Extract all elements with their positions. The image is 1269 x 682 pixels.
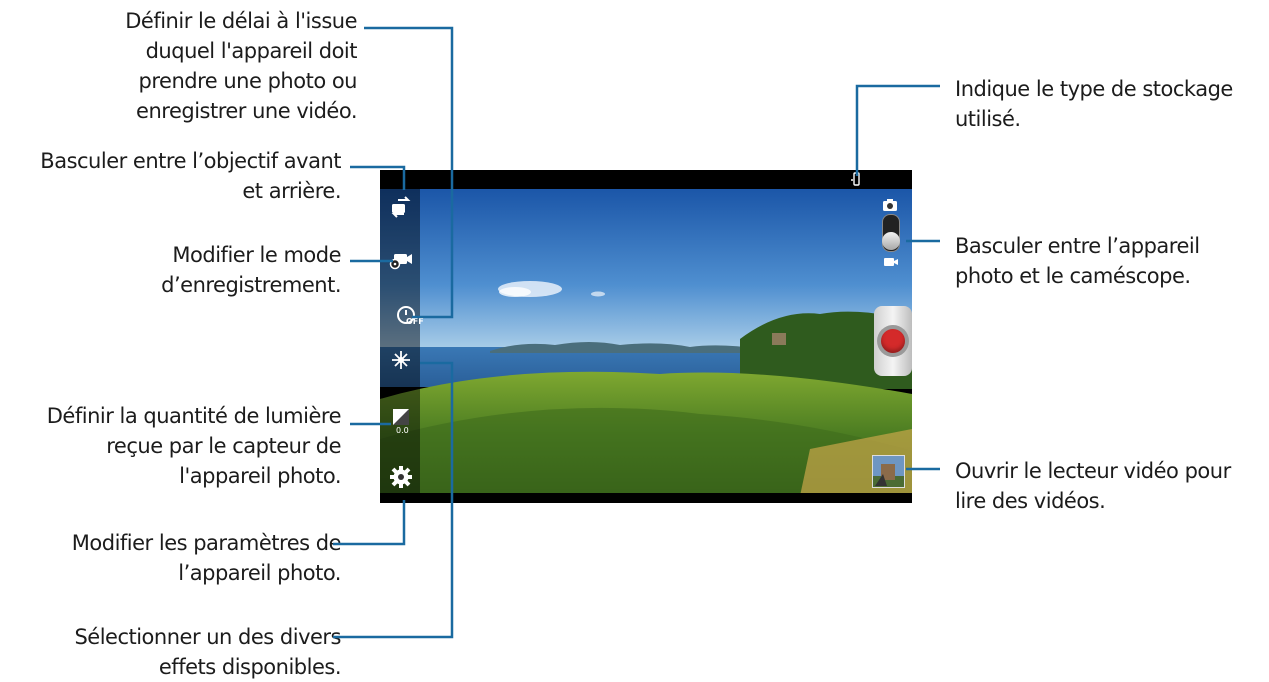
- camera-flip-icon[interactable]: [388, 194, 414, 220]
- record-button-panel[interactable]: [874, 306, 912, 376]
- status-bar: [380, 170, 912, 189]
- record-button[interactable]: [877, 325, 909, 357]
- camera-preview: [380, 189, 912, 496]
- callout-record-mode: Modifier le mode d’enregistrement.: [161, 243, 341, 297]
- callout-storage: Indique le type de stockage utilisé.: [955, 77, 1233, 131]
- exposure-value: 0.0: [396, 426, 409, 435]
- switch-knob[interactable]: [882, 232, 900, 250]
- callout-video-player: Ouvrir le lecteur vidéo pour lire des vi…: [955, 459, 1231, 513]
- camera-camcorder-switch[interactable]: [874, 194, 908, 276]
- callout-settings: Modifier les paramètres de l’appareil ph…: [71, 531, 342, 585]
- diagram: Définir le délai à l'issue duquel l'appa…: [0, 0, 1269, 680]
- gallery-thumbnail[interactable]: [872, 455, 905, 488]
- bottom-bar: [380, 493, 912, 503]
- callout-camera-camcorder: Basculer entre l’appareil photo et le ca…: [955, 234, 1200, 288]
- callout-switch-lens: Basculer entre l’objectif avant et arriè…: [40, 149, 341, 203]
- callout-exposure: Définir la quantité de lumière reçue par…: [46, 404, 342, 488]
- video-mode-icon[interactable]: [388, 246, 414, 272]
- callout-effects: Sélectionner un des divers effets dispon…: [74, 625, 341, 679]
- camera-icon: [882, 198, 898, 212]
- landscape-image: [380, 189, 912, 496]
- gear-icon[interactable]: [388, 464, 414, 490]
- callout-timer: Définir le délai à l'issue duquel l'appa…: [125, 9, 357, 123]
- timer-state-label: OFF: [406, 317, 424, 326]
- camera-screen: 0.0 OFF: [380, 170, 912, 503]
- leader-storage: [855, 84, 940, 176]
- leader-settings: [333, 500, 406, 546]
- effects-wand-icon[interactable]: [388, 347, 414, 373]
- record-dot: [881, 329, 905, 353]
- phone-storage-icon: [850, 172, 860, 187]
- camcorder-icon: [883, 256, 899, 268]
- switch-track[interactable]: [882, 214, 900, 252]
- camera-sidebar: 0.0: [380, 189, 420, 503]
